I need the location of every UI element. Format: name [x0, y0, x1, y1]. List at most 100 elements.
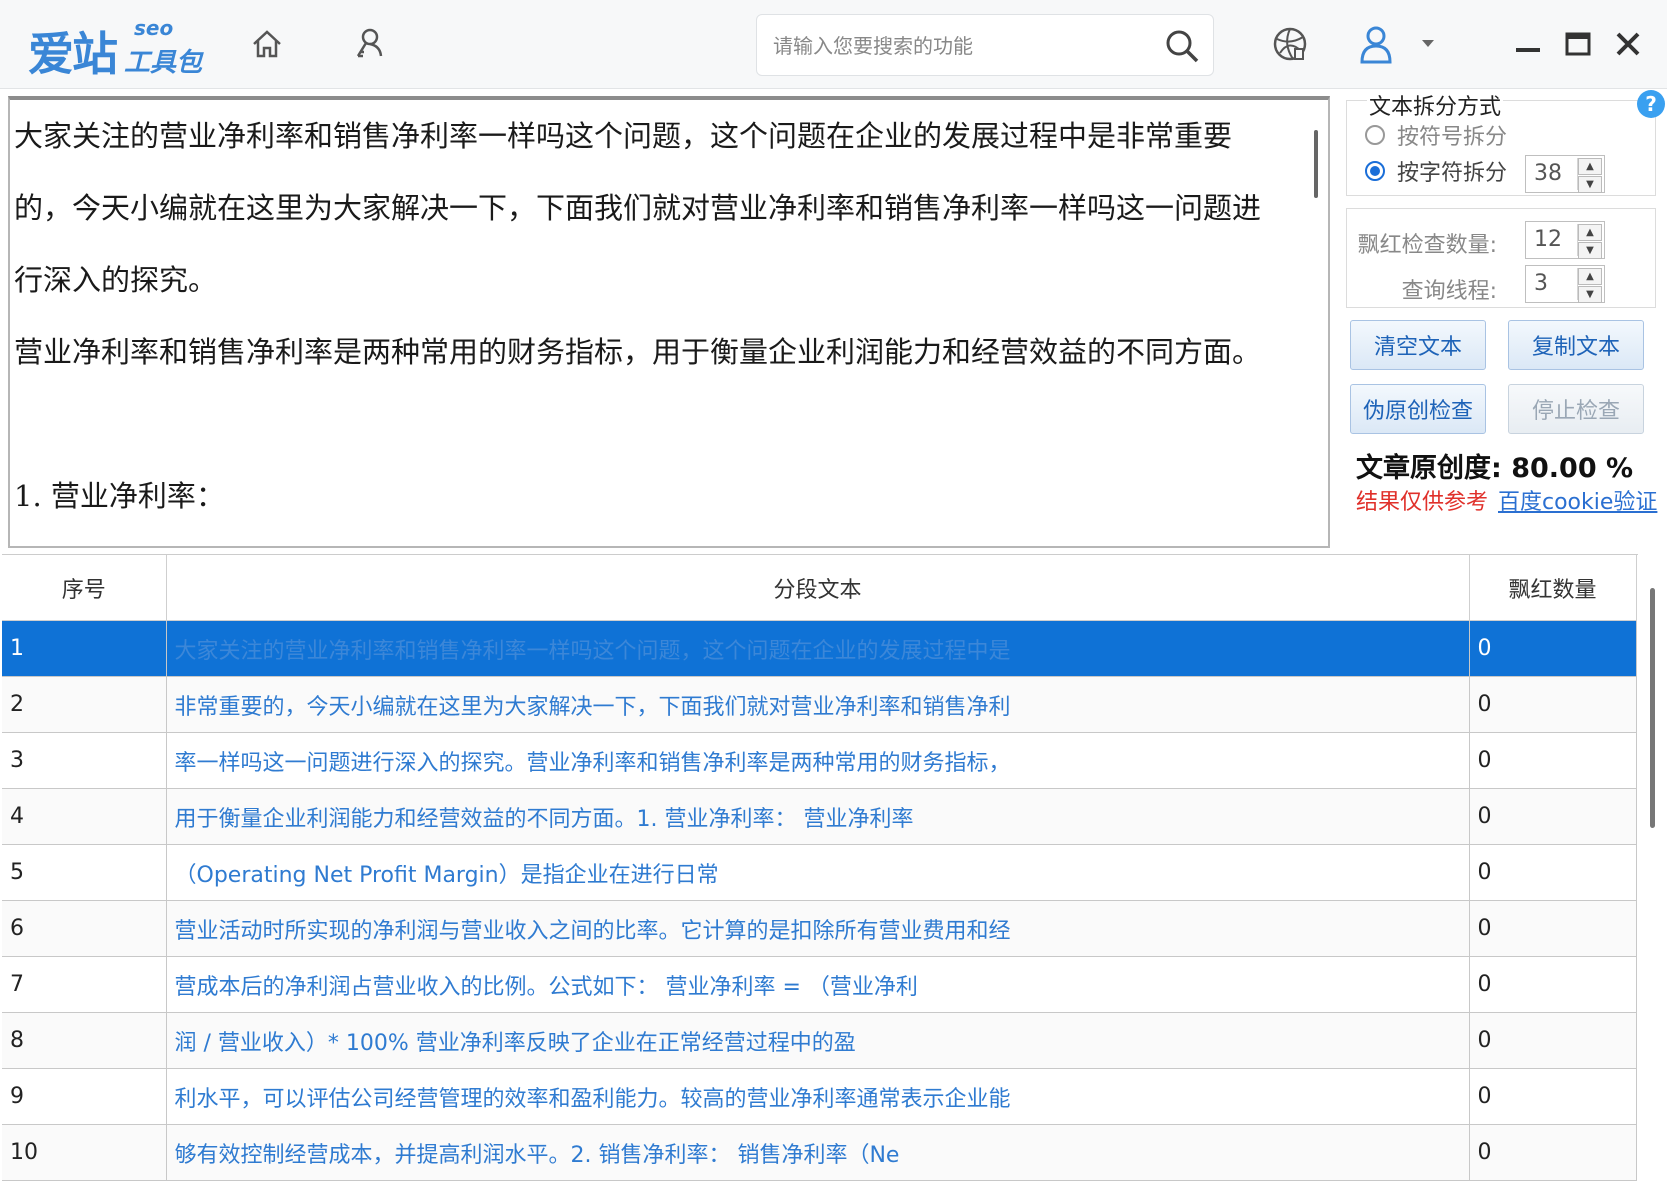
cell-index[interactable]: 2 — [2, 676, 167, 733]
cell-segment-text[interactable]: 营成本后的净利润占营业收入的比例。公式如下： 营业净利率 = （营业净利 — [166, 956, 1470, 1013]
cell-index[interactable]: 5 — [2, 844, 167, 901]
table-row[interactable]: 1 大家关注的营业净利率和销售净利率一样吗这个问题，这个问题在企业的发展过程中是 0 — [2, 620, 1637, 677]
cell-segment-text[interactable]: 润 / 营业收入）* 100% 营业净利率反映了企业在正常经营过程中的盈 — [166, 1012, 1470, 1069]
cell-red-count[interactable]: 0 — [1469, 956, 1637, 1013]
split-mode-group: 文本拆分方式 按符号拆分 按字符拆分 38 ▲ ▼ — [1346, 89, 1656, 196]
cell-segment-text[interactable]: 大家关注的营业净利率和销售净利率一样吗这个问题，这个问题在企业的发展过程中是 — [166, 620, 1470, 677]
table-row[interactable]: 10 够有效控制经营成本，并提高利润水平。2. 销售净利率： 销售净利率（Ne 0 — [2, 1124, 1637, 1181]
radio-button[interactable] — [1365, 125, 1385, 145]
cell-segment-text[interactable]: 营业活动时所实现的净利润与营业收入之间的比率。它计算的是扣除所有营业费用和经 — [166, 900, 1470, 957]
cell-index[interactable]: 7 — [2, 956, 167, 1013]
clear-text-button[interactable]: 清空文本 — [1350, 320, 1486, 370]
cell-index[interactable]: 9 — [2, 1068, 167, 1125]
copy-text-button[interactable]: 复制文本 — [1508, 320, 1644, 370]
help-icon[interactable]: ? — [1637, 90, 1665, 118]
split-mode-title: 文本拆分方式 — [1367, 89, 1504, 121]
table-row[interactable]: 7 营成本后的净利润占营业收入的比例。公式如下： 营业净利率 = （营业净利 0 — [2, 956, 1637, 1013]
logo-sub-text: 工具包 — [124, 48, 203, 78]
stepper-up-icon[interactable]: ▲ — [1578, 158, 1602, 175]
cell-red-count[interactable]: 0 — [1469, 788, 1637, 845]
maximize-icon[interactable] — [1556, 22, 1600, 66]
cell-red-count[interactable]: 0 — [1469, 1068, 1637, 1125]
table-row[interactable]: 6 营业活动时所实现的净利润与营业收入之间的比率。它计算的是扣除所有营业费用和经 0 — [2, 900, 1637, 957]
cell-index[interactable]: 10 — [2, 1124, 167, 1181]
editor-line: 行深入的探究。 — [14, 263, 218, 297]
column-header-red-count[interactable]: 飘红数量 — [1469, 555, 1637, 621]
column-header-index[interactable]: 序号 — [2, 555, 167, 621]
stepper-up-icon[interactable]: ▲ — [1578, 268, 1602, 285]
editor-line: 营业净利率和销售净利率是两种常用的财务指标，用于衡量企业利润能力和经营效益的不同… — [14, 335, 1262, 369]
table-header-row: 序号 分段文本 飘红数量 — [2, 555, 1637, 621]
table-row[interactable]: 8润 / 营业收入）* 100% 营业净利率反映了企业在正常经营过程中的盈 0 — [2, 1012, 1637, 1069]
radio-button-selected[interactable] — [1365, 161, 1385, 181]
radio-split-by-symbol[interactable]: 按符号拆分 — [1365, 119, 1507, 151]
title-bar: 爱站 seo 工具包 — [0, 0, 1667, 89]
cell-red-count[interactable]: 0 — [1469, 1012, 1637, 1069]
editor-scrollbar[interactable] — [1314, 130, 1318, 198]
thread-label: 查询线程: — [1401, 279, 1497, 304]
search-box — [756, 14, 1214, 76]
home-icon[interactable] — [245, 22, 289, 66]
table-row[interactable]: 9 利水平，可以评估公司经营管理的效率和盈利能力。较高的营业净利率通常表示企业能 0 — [2, 1068, 1637, 1125]
globe-icon[interactable] — [1268, 22, 1312, 66]
editor-blank-line — [10, 388, 1328, 460]
red-check-label: 飘红检查数量: — [1357, 233, 1497, 258]
cell-red-count[interactable]: 0 — [1469, 900, 1637, 957]
radio-label: 按字符拆分 — [1397, 161, 1508, 186]
logo-seo-text: seo — [134, 16, 174, 40]
dropdown-arrow-icon[interactable] — [1416, 22, 1440, 66]
settings-panel: 文本拆分方式 按符号拆分 按字符拆分 38 ▲ ▼ ? 飘红检查数量: 12 ▲… — [1338, 88, 1667, 548]
search-icon[interactable] — [1161, 25, 1203, 67]
cell-segment-text[interactable]: 用于衡量企业利润能力和经营效益的不同方面。1. 营业净利率： 营业净利率 — [166, 788, 1470, 845]
cell-segment-text[interactable]: 率一样吗这一问题进行深入的探究。营业净利率和销售净利率是两种常用的财务指标， — [166, 732, 1470, 789]
column-header-text[interactable]: 分段文本 — [166, 555, 1470, 621]
cell-segment-text[interactable]: 非常重要的，今天小编就在这里为大家解决一下，下面我们就对营业净利率和销售净利 — [166, 676, 1470, 733]
user-key-icon[interactable] — [346, 22, 390, 66]
minimize-icon[interactable] — [1506, 22, 1550, 66]
cell-red-count[interactable]: 0 — [1469, 620, 1637, 677]
stepper-up-icon[interactable]: ▲ — [1578, 224, 1602, 241]
char-count-stepper[interactable]: 38 ▲ ▼ — [1525, 155, 1605, 193]
char-count-value[interactable]: 38 — [1534, 161, 1562, 186]
stepper-down-icon[interactable]: ▼ — [1578, 176, 1602, 193]
cell-red-count[interactable]: 0 — [1469, 732, 1637, 789]
cell-index[interactable]: 3 — [2, 732, 167, 789]
stepper-arrows: ▲ ▼ — [1577, 224, 1602, 259]
cell-segment-text[interactable]: 够有效控制经营成本，并提高利润水平。2. 销售净利率： 销售净利率（Ne — [166, 1124, 1470, 1181]
text-editor[interactable]: 大家关注的营业净利率和销售净利率一样吗这个问题，这个问题在企业的发展过程中是非常… — [8, 96, 1330, 548]
pseudo-original-check-button[interactable]: 伪原创检查 — [1350, 384, 1486, 434]
cell-red-count[interactable]: 0 — [1469, 844, 1637, 901]
thread-stepper[interactable]: 3 ▲ ▼ — [1525, 265, 1605, 303]
thread-value[interactable]: 3 — [1534, 271, 1548, 296]
reference-note: 结果仅供参考 — [1356, 490, 1489, 515]
cell-index[interactable]: 1 — [2, 620, 167, 677]
cell-segment-text[interactable]: 利水平，可以评估公司经营管理的效率和盈利能力。较高的营业净利率通常表示企业能 — [166, 1068, 1470, 1125]
table-row[interactable]: 5 （Operating Net Profit Margin）是指企业在进行日常 0 — [2, 844, 1637, 901]
cell-red-count[interactable]: 0 — [1469, 676, 1637, 733]
baidu-cookie-link[interactable]: 百度cookie验证 — [1498, 484, 1657, 516]
segment-grid: 序号 分段文本 飘红数量 1 大家关注的营业净利率和销售净利率一样吗这个问题，这个… — [2, 555, 1637, 1181]
cell-red-count[interactable]: 0 — [1469, 1124, 1637, 1181]
search-input[interactable] — [771, 29, 1155, 63]
cell-index[interactable]: 4 — [2, 788, 167, 845]
cell-segment-text[interactable]: （Operating Net Profit Margin）是指企业在进行日常 — [166, 844, 1470, 901]
editor-line: 1. 营业净利率： — [14, 479, 225, 513]
radio-label: 按符号拆分 — [1397, 125, 1508, 150]
cell-index[interactable]: 6 — [2, 900, 167, 957]
cell-index[interactable]: 8 — [2, 1012, 167, 1069]
check-settings-group: 飘红检查数量: 12 ▲ ▼ 查询线程: 3 ▲ ▼ — [1346, 208, 1656, 308]
table-row[interactable]: 2 非常重要的，今天小编就在这里为大家解决一下，下面我们就对营业净利率和销售净利 0 — [2, 676, 1637, 733]
radio-split-by-char[interactable]: 按字符拆分 — [1365, 155, 1507, 187]
segment-table: 序号 分段文本 飘红数量 1 大家关注的营业净利率和销售净利率一样吗这个问题，这个… — [2, 554, 1638, 1195]
red-check-stepper[interactable]: 12 ▲ ▼ — [1525, 221, 1605, 259]
table-row[interactable]: 4 用于衡量企业利润能力和经营效益的不同方面。1. 营业净利率： 营业净利率 0 — [2, 788, 1637, 845]
red-check-value[interactable]: 12 — [1534, 227, 1562, 252]
table-row[interactable]: 3 率一样吗这一问题进行深入的探究。营业净利率和销售净利率是两种常用的财务指标， 0 — [2, 732, 1637, 789]
originality-score: 文章原创度: 80.00 % — [1356, 453, 1634, 484]
close-icon[interactable] — [1606, 22, 1650, 66]
stepper-down-icon[interactable]: ▼ — [1578, 242, 1602, 259]
stop-check-button[interactable]: 停止检查 — [1508, 384, 1644, 434]
table-scrollbar[interactable] — [1650, 588, 1655, 828]
stepper-down-icon[interactable]: ▼ — [1578, 286, 1602, 303]
user-icon[interactable] — [1354, 22, 1398, 66]
